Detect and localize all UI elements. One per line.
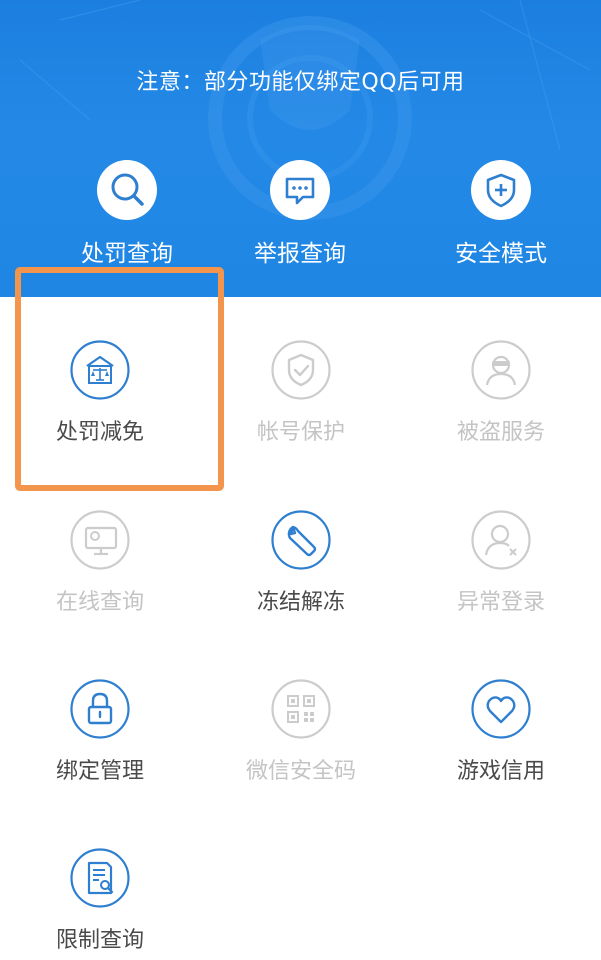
game-credit-button[interactable]: 游戏信用	[416, 679, 586, 785]
lock-icon	[70, 679, 130, 739]
document-search-icon	[70, 848, 130, 908]
penalty-query-button[interactable]: 处罚查询	[47, 160, 207, 268]
wrench-icon	[271, 510, 331, 570]
stolen-account-service-label: 被盗服务	[456, 420, 545, 445]
binding-management-label: 绑定管理	[55, 759, 144, 784]
heart-icon	[471, 679, 531, 739]
monitor-person-icon	[70, 510, 130, 570]
qr-code-icon	[271, 679, 331, 739]
account-protection-button[interactable]: 帐号保护	[216, 340, 386, 446]
person-x-icon	[471, 510, 531, 570]
freeze-unfreeze-label: 冻结解冻	[256, 590, 345, 615]
abnormal-login-label: 异常登录	[456, 590, 545, 615]
penalty-query-label: 处罚查询	[81, 241, 173, 267]
stolen-account-service-button[interactable]: 被盗服务	[416, 340, 586, 446]
header-banner: 注意：部分功能仅绑定QQ后可用 处罚查询 举报查询 安全模式	[0, 0, 601, 297]
freeze-unfreeze-button[interactable]: 冻结解冻	[216, 510, 386, 616]
game-credit-label: 游戏信用	[456, 759, 545, 784]
abnormal-login-button[interactable]: 异常登录	[416, 510, 586, 616]
highlight-frame	[15, 267, 224, 491]
thief-person-icon	[471, 340, 531, 400]
restriction-query-label: 限制查询	[55, 928, 144, 953]
search-icon	[111, 173, 144, 206]
report-chat-icon	[285, 177, 315, 205]
online-query-label: 在线查询	[55, 590, 144, 615]
report-query-label: 举报查询	[254, 241, 346, 267]
wechat-security-code-label: 微信安全码	[245, 759, 356, 784]
account-protection-label: 帐号保护	[256, 420, 345, 445]
binding-notice: 注意：部分功能仅绑定QQ后可用	[136, 70, 465, 95]
binding-management-button[interactable]: 绑定管理	[15, 679, 185, 785]
online-query-button[interactable]: 在线查询	[15, 510, 185, 616]
report-query-button[interactable]: 举报查询	[220, 160, 380, 268]
shield-check-icon	[271, 340, 331, 400]
restriction-query-button[interactable]: 限制查询	[15, 848, 185, 954]
wechat-security-code-button[interactable]: 微信安全码	[216, 679, 386, 785]
safe-mode-label: 安全模式	[455, 241, 547, 267]
safe-mode-button[interactable]: 安全模式	[421, 160, 581, 268]
shield-plus-icon	[486, 173, 516, 208]
